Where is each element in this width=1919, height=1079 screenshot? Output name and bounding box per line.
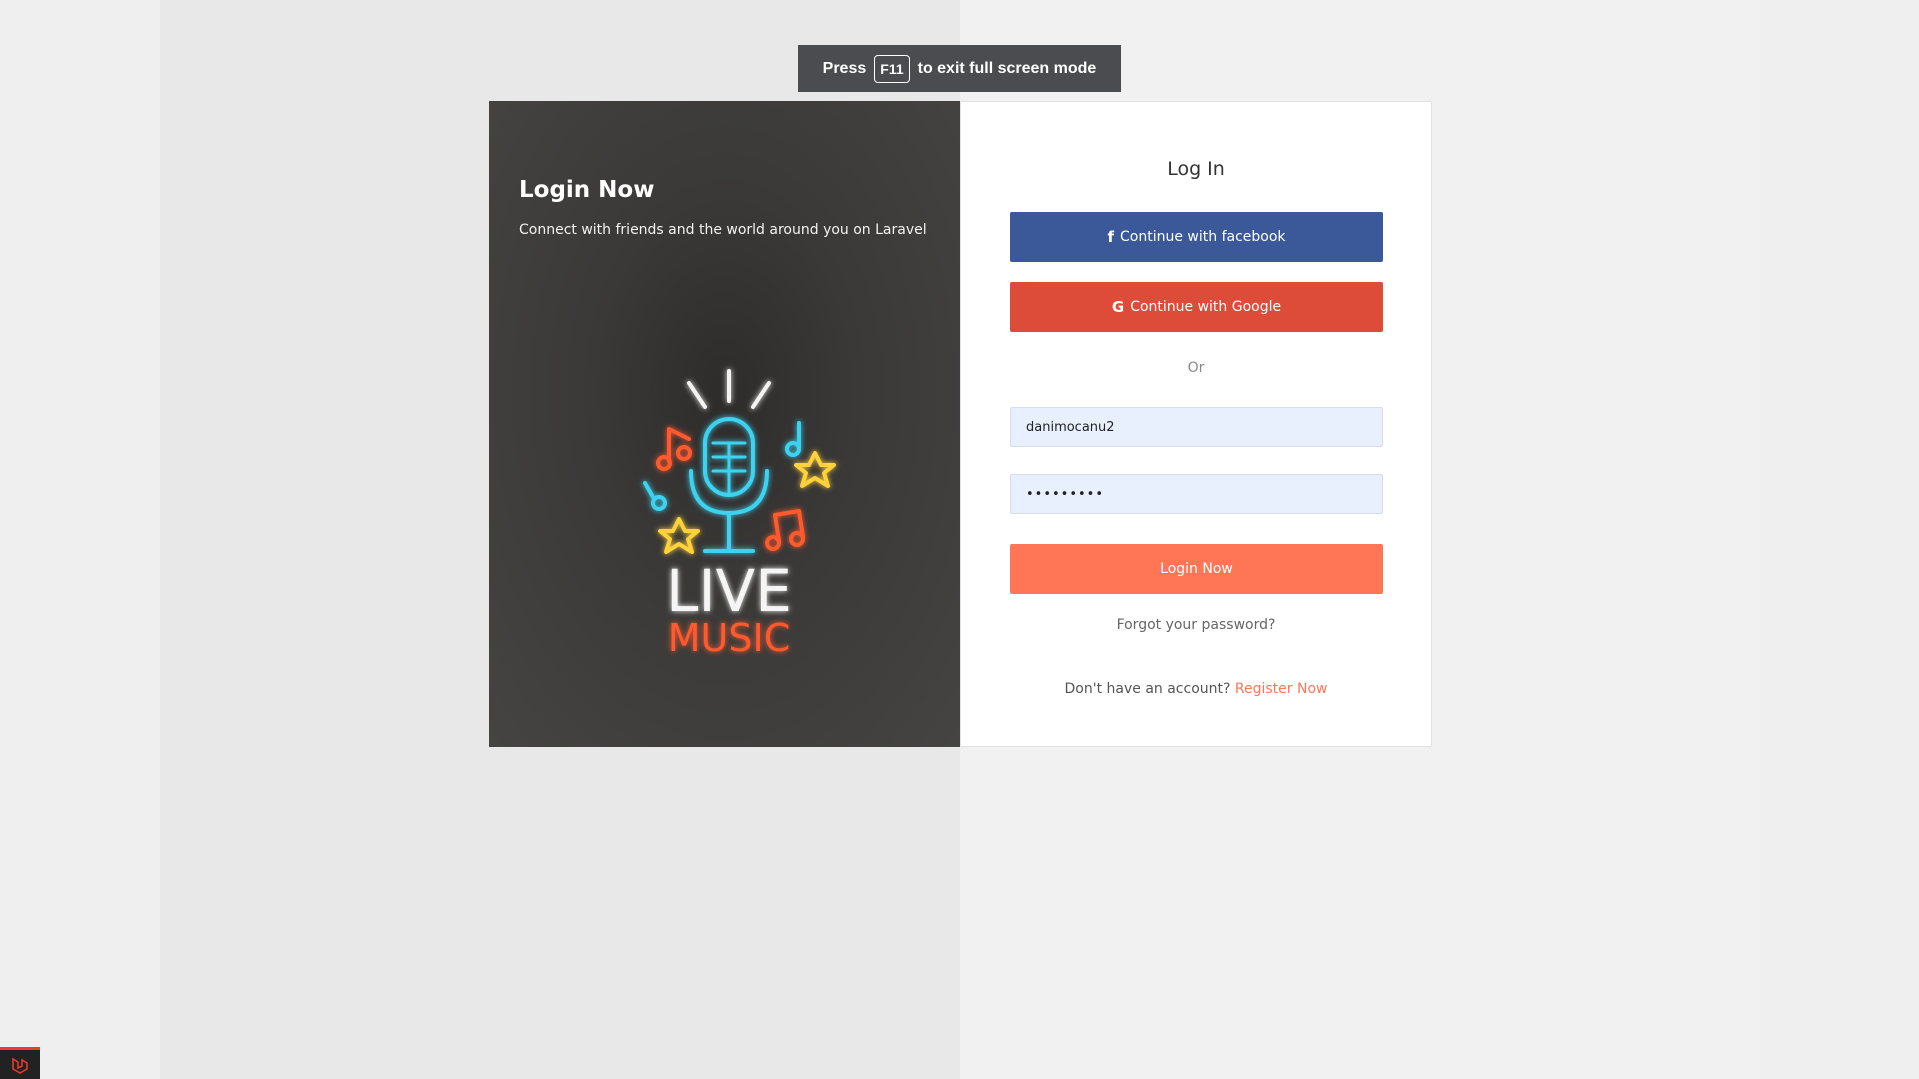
facebook-button-label: Continue with facebook — [1120, 229, 1286, 245]
login-now-button[interactable]: Login Now — [1010, 544, 1383, 594]
username-input[interactable] — [1010, 407, 1383, 447]
fullscreen-press-text: Press — [822, 59, 867, 77]
fullscreen-rest-text: to exit full screen mode — [917, 59, 1097, 77]
laravel-logo-icon — [12, 1057, 28, 1074]
password-input[interactable] — [1010, 474, 1383, 514]
register-now-link[interactable]: Register Now — [1235, 681, 1328, 697]
hero-subtitle: Connect with friends and the world aroun… — [519, 222, 927, 238]
laravel-debugbar-icon[interactable] — [0, 1047, 40, 1079]
live-music-neon-logo: LIVE MUSIC — [643, 369, 836, 660]
google-icon: G — [1111, 298, 1125, 316]
hero-title: Login Now — [519, 177, 655, 203]
fullscreen-key: F11 — [874, 54, 910, 83]
form-title: Log In — [1167, 158, 1225, 180]
facebook-icon: f — [1107, 228, 1115, 246]
fullscreen-notice: Press F11 to exit full screen mode — [798, 45, 1121, 92]
no-account-text: Don't have an account? — [1064, 681, 1231, 697]
logo-music-text: MUSIC — [668, 616, 790, 660]
continue-with-facebook-button[interactable]: f Continue with facebook — [1010, 212, 1383, 262]
forgot-password-link[interactable]: Forgot your password? — [961, 617, 1431, 633]
continue-with-google-button[interactable]: G Continue with Google — [1010, 282, 1383, 332]
login-hero-panel: Login Now Connect with friends and the w… — [489, 101, 960, 747]
login-card: Login Now Connect with friends and the w… — [489, 101, 1432, 747]
logo-live-text: LIVE — [666, 557, 792, 625]
google-button-label: Continue with Google — [1130, 299, 1282, 315]
or-divider: Or — [1187, 360, 1205, 376]
register-prompt: Don't have an account? Register Now — [961, 681, 1431, 697]
login-form-panel: Log In f Continue with facebook G Contin… — [960, 101, 1432, 747]
